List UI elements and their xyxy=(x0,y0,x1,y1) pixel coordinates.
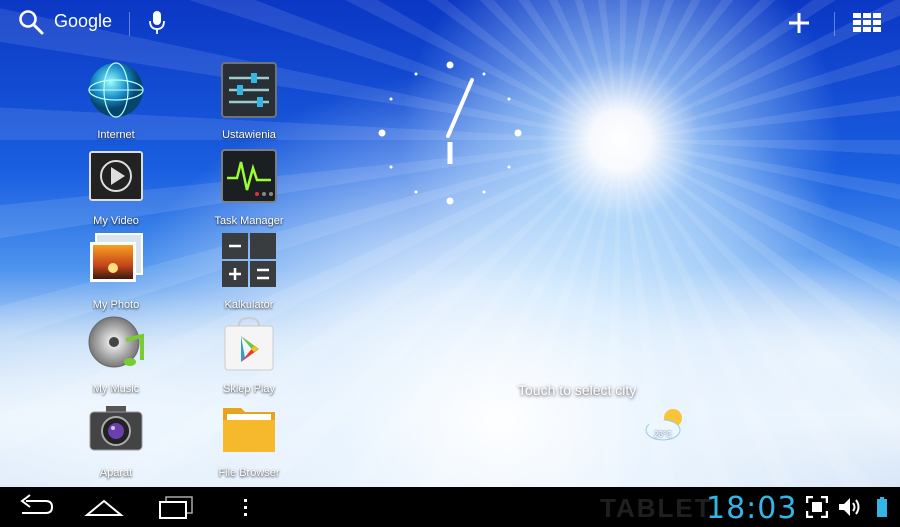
app-aparat[interactable]: Aparat xyxy=(61,400,171,479)
app-label: My Video xyxy=(93,215,139,227)
app-my-music[interactable]: My Music xyxy=(61,316,171,395)
all-apps-grid-icon[interactable] xyxy=(853,13,881,33)
app-label: Sklep Play xyxy=(223,383,275,395)
add-widget-icon[interactable] xyxy=(786,10,812,36)
microphone-icon[interactable] xyxy=(148,10,166,36)
play-store-icon xyxy=(224,316,274,371)
menu-overflow-icon[interactable] xyxy=(226,493,266,521)
divider xyxy=(834,12,835,36)
app-label: Aparat xyxy=(99,467,133,479)
app-label: Kalkulator xyxy=(224,299,274,311)
camera-icon xyxy=(89,406,143,451)
music-disc-icon xyxy=(88,316,144,368)
app-sklep-play[interactable]: Sklep Play xyxy=(194,316,304,395)
app-file-browser[interactable]: File Browser xyxy=(194,400,304,479)
app-task-manager[interactable]: Task Manager xyxy=(194,148,304,227)
home-icon[interactable] xyxy=(84,493,124,521)
calculator-icon xyxy=(222,233,276,287)
app-label: Task Manager xyxy=(214,215,284,227)
app-label: Ustawienia xyxy=(222,129,276,141)
volume-icon[interactable] xyxy=(838,496,862,518)
app-ustawienia[interactable]: Ustawienia xyxy=(194,62,304,141)
top-bar: Google xyxy=(0,0,900,46)
recent-apps-icon[interactable] xyxy=(156,493,196,521)
video-play-icon xyxy=(89,151,143,201)
minute-hand xyxy=(446,78,474,138)
app-label: Internet xyxy=(97,129,135,141)
google-search-label[interactable]: Google xyxy=(54,11,112,32)
app-label: My Photo xyxy=(92,299,140,311)
settings-sliders-icon xyxy=(221,62,277,118)
folder-icon xyxy=(223,408,275,452)
search-icon[interactable] xyxy=(18,9,44,35)
app-label: My Music xyxy=(92,383,140,395)
app-label: File Browser xyxy=(218,467,280,479)
weather-temperature: 23°C xyxy=(654,430,672,439)
app-my-video[interactable]: My Video xyxy=(61,148,171,227)
back-icon[interactable] xyxy=(16,493,56,521)
screenshot-icon[interactable] xyxy=(806,496,828,518)
app-kalkulator[interactable]: Kalkulator xyxy=(194,232,304,311)
divider xyxy=(129,12,130,36)
analog-clock-widget[interactable] xyxy=(370,58,530,208)
app-my-photo[interactable]: My Photo xyxy=(61,232,171,311)
globe-icon xyxy=(88,62,144,118)
watermark: TABLET xyxy=(600,493,713,523)
photo-icon xyxy=(90,233,143,282)
task-manager-icon xyxy=(221,149,277,203)
status-clock[interactable]: 18:03 xyxy=(706,491,797,526)
app-internet[interactable]: Internet xyxy=(61,62,171,141)
battery-icon xyxy=(877,497,887,517)
system-navigation-bar: TABLET 18:03 xyxy=(0,487,900,527)
weather-select-city-prompt[interactable]: Touch to select city xyxy=(518,382,636,398)
